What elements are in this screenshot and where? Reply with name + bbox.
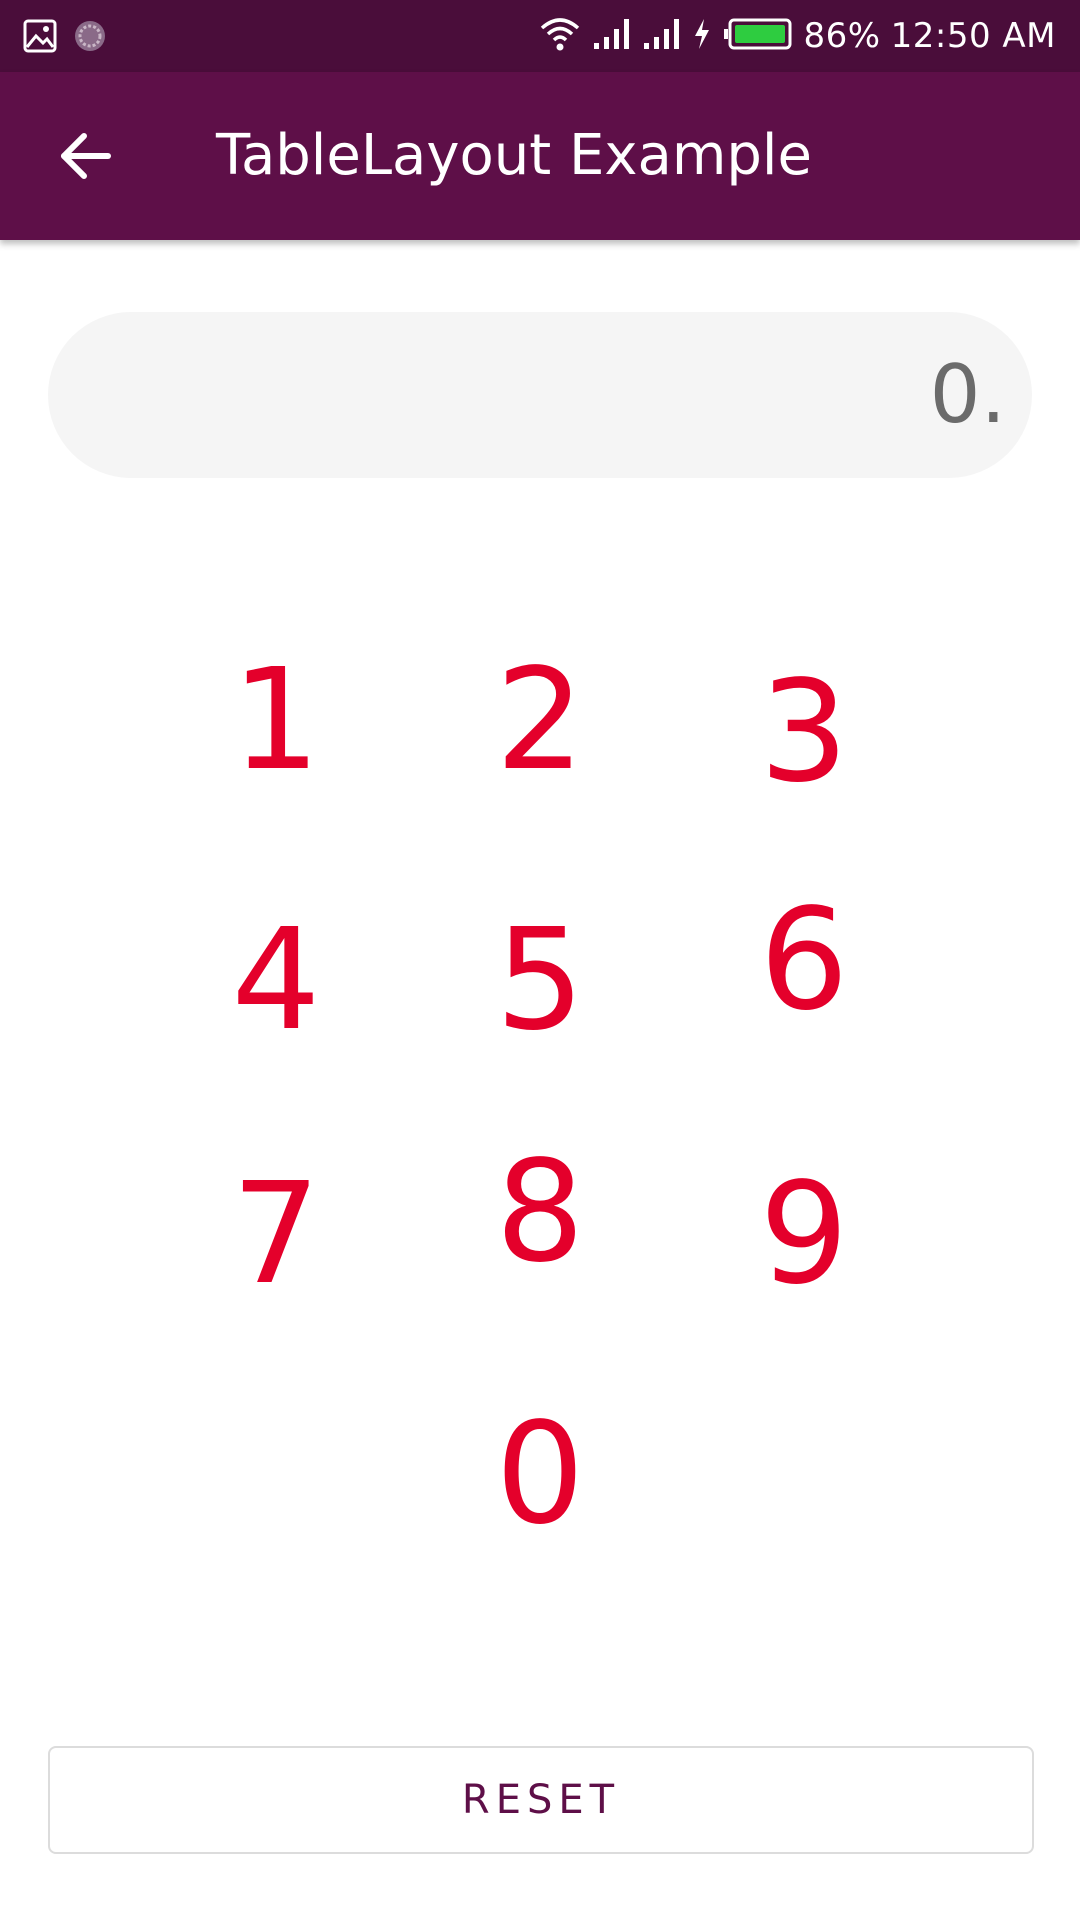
signal-icon	[642, 17, 682, 55]
key-1[interactable]: 1	[166, 620, 386, 820]
signal-icon	[592, 17, 632, 55]
key-2[interactable]: 2	[430, 620, 650, 820]
sync-icon	[72, 18, 108, 58]
key-4[interactable]: 4	[166, 880, 386, 1080]
key-7[interactable]: 7	[166, 1134, 386, 1334]
status-bar-left	[22, 18, 108, 58]
status-bar: 86% 12:50 AM	[0, 0, 1080, 72]
gallery-icon	[22, 18, 58, 58]
calculator-display: 0.	[48, 312, 1032, 478]
status-bar-right: 86% 12:50 AM	[538, 0, 1056, 72]
arrow-left-icon[interactable]	[56, 126, 116, 186]
battery-icon	[722, 17, 794, 55]
app-bar: TableLayout Example	[0, 72, 1080, 240]
key-5[interactable]: 5	[430, 880, 650, 1080]
wifi-icon	[538, 16, 582, 56]
charging-icon	[692, 17, 712, 55]
key-8[interactable]: 8	[430, 1112, 650, 1312]
page-title: TableLayout Example	[216, 123, 812, 188]
key-0[interactable]: 0	[430, 1374, 650, 1574]
clock: 12:50 AM	[890, 16, 1056, 56]
battery-percentage: 86%	[803, 16, 881, 56]
key-3[interactable]: 3	[694, 632, 914, 832]
key-9[interactable]: 9	[694, 1134, 914, 1334]
reset-button[interactable]: RESET	[48, 1746, 1034, 1854]
display-value: 0.	[929, 348, 1006, 441]
key-6[interactable]: 6	[694, 860, 914, 1060]
